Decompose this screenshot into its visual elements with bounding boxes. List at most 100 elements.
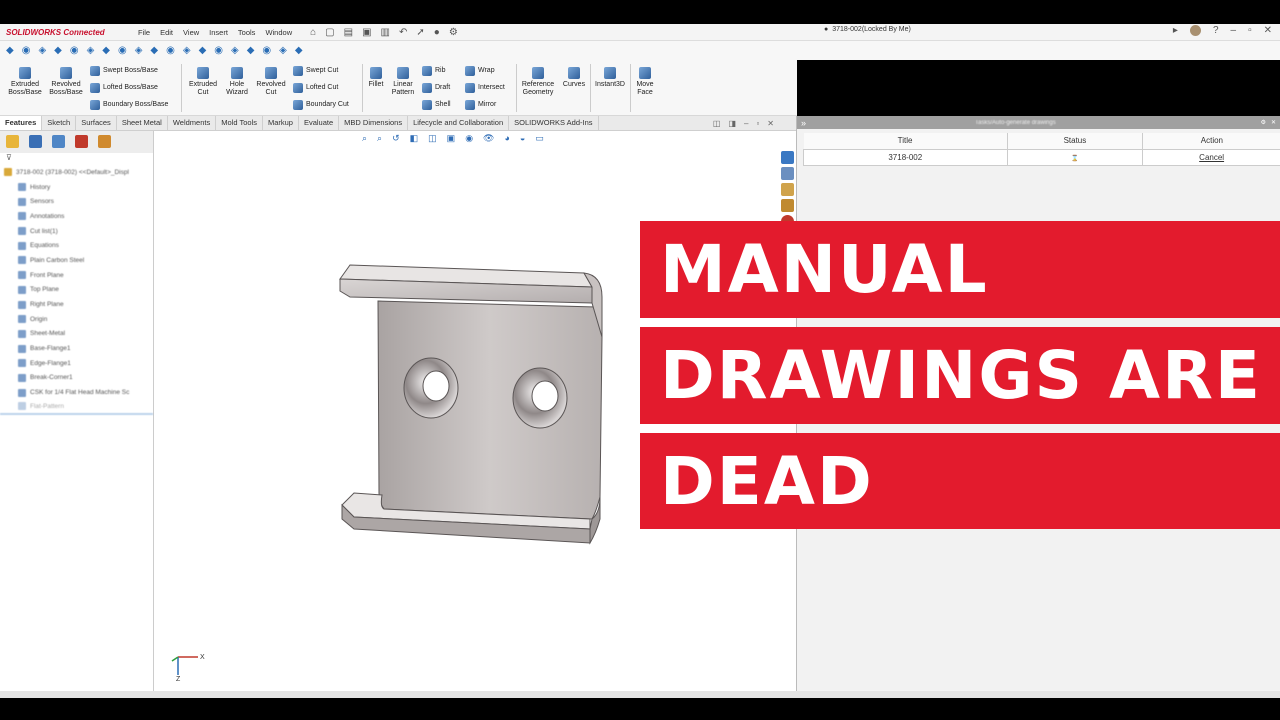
tree-item[interactable]: Top Plane bbox=[0, 283, 153, 298]
home-icon[interactable]: ⌂ bbox=[310, 27, 316, 38]
toolbar-icon[interactable]: ◈ bbox=[135, 45, 143, 56]
menu-insert[interactable]: Insert bbox=[209, 28, 228, 37]
tree-item[interactable]: 3718-002 (3718-002) <<Default>_Displ bbox=[0, 165, 153, 180]
wrap-button[interactable]: Wrap bbox=[465, 66, 495, 76]
dynamic-annotation-icon[interactable]: ◫ bbox=[428, 133, 437, 144]
file-explorer-icon[interactable] bbox=[781, 183, 794, 196]
draft-button[interactable]: Draft bbox=[422, 83, 450, 93]
extruded-cut-button[interactable]: Extruded Cut bbox=[185, 64, 221, 97]
options-gear-icon[interactable]: ⚙ bbox=[449, 27, 458, 38]
minimize-icon[interactable]: – bbox=[1231, 25, 1237, 36]
display-style-icon[interactable]: ◉ bbox=[465, 133, 473, 144]
feature-manager-icon[interactable] bbox=[6, 135, 19, 148]
new-icon[interactable]: ▢ bbox=[325, 27, 334, 38]
tree-item[interactable]: Base-Flange1 bbox=[0, 341, 153, 356]
swept-cut-button[interactable]: Swept Cut bbox=[293, 66, 338, 76]
toolbar-icon[interactable]: ◈ bbox=[231, 45, 239, 56]
property-manager-icon[interactable] bbox=[29, 135, 42, 148]
section-view-icon[interactable]: ◧ bbox=[410, 133, 419, 144]
design-library-icon[interactable] bbox=[781, 167, 794, 180]
toolbar-icon[interactable]: ◆ bbox=[199, 45, 207, 56]
appearance-icon[interactable]: ◕ bbox=[504, 133, 509, 144]
rib-button[interactable]: Rib bbox=[422, 66, 446, 76]
tree-item[interactable]: Origin bbox=[0, 312, 153, 327]
move-face-button[interactable]: Move Face bbox=[631, 64, 659, 97]
toolbar-icon[interactable]: ◆ bbox=[295, 45, 303, 56]
command-prompt-icon[interactable]: ▸ bbox=[1173, 25, 1178, 36]
instant3d-button[interactable]: Instant3D bbox=[591, 64, 629, 89]
lofted-cut-button[interactable]: Lofted Cut bbox=[293, 83, 338, 93]
linear-pattern-button[interactable]: Linear Pattern bbox=[388, 64, 418, 97]
select-icon[interactable]: ➚ bbox=[416, 27, 424, 38]
menu-file[interactable]: File bbox=[138, 28, 150, 37]
toolbar-icon[interactable]: ◆ bbox=[247, 45, 255, 56]
menu-view[interactable]: View bbox=[183, 28, 199, 37]
hide-show-icon[interactable]: 👁 bbox=[483, 133, 494, 144]
close-icon[interactable]: ✕ bbox=[767, 119, 774, 128]
resources-icon[interactable] bbox=[781, 151, 794, 164]
print-icon[interactable]: ▥ bbox=[381, 27, 390, 38]
extruded-boss-button[interactable]: Extruded Boss/Base bbox=[4, 64, 46, 97]
configuration-manager-icon[interactable] bbox=[52, 135, 65, 148]
toolbar-icon[interactable]: ◆ bbox=[54, 45, 62, 56]
revolved-boss-button[interactable]: Revolved Boss/Base bbox=[46, 64, 86, 97]
toolbar-icon[interactable]: ◉ bbox=[22, 45, 31, 56]
zoom-fit-icon[interactable]: ⌕ bbox=[362, 133, 367, 144]
tree-item[interactable]: Edge-Flange1 bbox=[0, 356, 153, 371]
tree-item[interactable]: Plain Carbon Steel bbox=[0, 253, 153, 268]
tree-item[interactable]: History bbox=[0, 180, 153, 195]
display-manager-icon[interactable] bbox=[98, 135, 111, 148]
tab-evaluate[interactable]: Evaluate bbox=[299, 116, 340, 130]
toolbar-icon[interactable]: ◆ bbox=[150, 45, 158, 56]
toolbar-icon[interactable]: ◈ bbox=[87, 45, 95, 56]
tree-item[interactable]: Sensors bbox=[0, 194, 153, 209]
toolbar-icon[interactable]: ◈ bbox=[183, 45, 191, 56]
save-icon[interactable]: ▣ bbox=[362, 27, 371, 38]
menu-edit[interactable]: Edit bbox=[160, 28, 173, 37]
curves-button[interactable]: Curves bbox=[560, 64, 588, 89]
restore-icon[interactable]: ▫ bbox=[756, 119, 759, 128]
tab-markup[interactable]: Markup bbox=[263, 116, 299, 130]
close-icon[interactable]: ✕ bbox=[1271, 119, 1276, 126]
tab-sheet-metal[interactable]: Sheet Metal bbox=[117, 116, 168, 130]
undo-icon[interactable]: ↶ bbox=[399, 27, 407, 38]
tree-item[interactable]: CSK for 1/4 Flat Head Machine Sc bbox=[0, 385, 153, 400]
tree-item[interactable]: Sheet-Metal bbox=[0, 327, 153, 342]
boundary-cut-button[interactable]: Boundary Cut bbox=[293, 100, 349, 110]
minimize-icon[interactable]: – bbox=[744, 119, 748, 128]
toolbar-icon[interactable]: ◉ bbox=[70, 45, 79, 56]
intersect-button[interactable]: Intersect bbox=[465, 83, 505, 93]
boundary-boss-button[interactable]: Boundary Boss/Base bbox=[90, 100, 168, 110]
tree-item[interactable]: Cut list(1) bbox=[0, 224, 153, 239]
hole-wizard-button[interactable]: Hole Wizard bbox=[221, 64, 253, 97]
reference-geometry-button[interactable]: Reference Geometry bbox=[518, 64, 558, 97]
rebuild-icon[interactable]: ● bbox=[434, 27, 440, 38]
tab-features[interactable]: Features bbox=[0, 116, 43, 130]
toolbar-icon[interactable]: ◆ bbox=[102, 45, 110, 56]
toolbar-icon[interactable]: ◉ bbox=[262, 45, 271, 56]
dimxpert-icon[interactable] bbox=[75, 135, 88, 148]
toolbar-icon[interactable]: ◉ bbox=[118, 45, 127, 56]
expand-icon[interactable]: ◨ bbox=[728, 119, 736, 128]
tab-weldments[interactable]: Weldments bbox=[168, 116, 217, 130]
tab-lifecycle[interactable]: Lifecycle and Collaboration bbox=[408, 116, 510, 130]
tree-item[interactable]: Break-Corner1 bbox=[0, 371, 153, 386]
tree-item[interactable]: Annotations bbox=[0, 209, 153, 224]
tab-mbd-dimensions[interactable]: MBD Dimensions bbox=[339, 116, 409, 130]
avatar[interactable] bbox=[1189, 25, 1201, 36]
toolbar-icon[interactable]: ◆ bbox=[6, 45, 14, 56]
toolbar-icon[interactable]: ◉ bbox=[214, 45, 223, 56]
tree-item[interactable]: Equations bbox=[0, 238, 153, 253]
filter-icon[interactable]: ⊽ bbox=[0, 153, 153, 165]
tab-addins[interactable]: SOLIDWORKS Add-Ins bbox=[509, 116, 599, 130]
tab-sketch[interactable]: Sketch bbox=[42, 116, 77, 130]
menu-tools[interactable]: Tools bbox=[238, 28, 256, 37]
cancel-link[interactable]: Cancel bbox=[1199, 153, 1224, 162]
sheet-metal-part[interactable] bbox=[334, 257, 614, 547]
mirror-button[interactable]: Mirror bbox=[465, 100, 496, 110]
tree-item[interactable]: Right Plane bbox=[0, 297, 153, 312]
expand-pane-icon[interactable]: » bbox=[801, 118, 806, 128]
fillet-button[interactable]: Fillet bbox=[364, 64, 388, 89]
open-icon[interactable]: ▤ bbox=[344, 27, 353, 38]
restore-icon[interactable]: ▫ bbox=[1248, 25, 1252, 36]
